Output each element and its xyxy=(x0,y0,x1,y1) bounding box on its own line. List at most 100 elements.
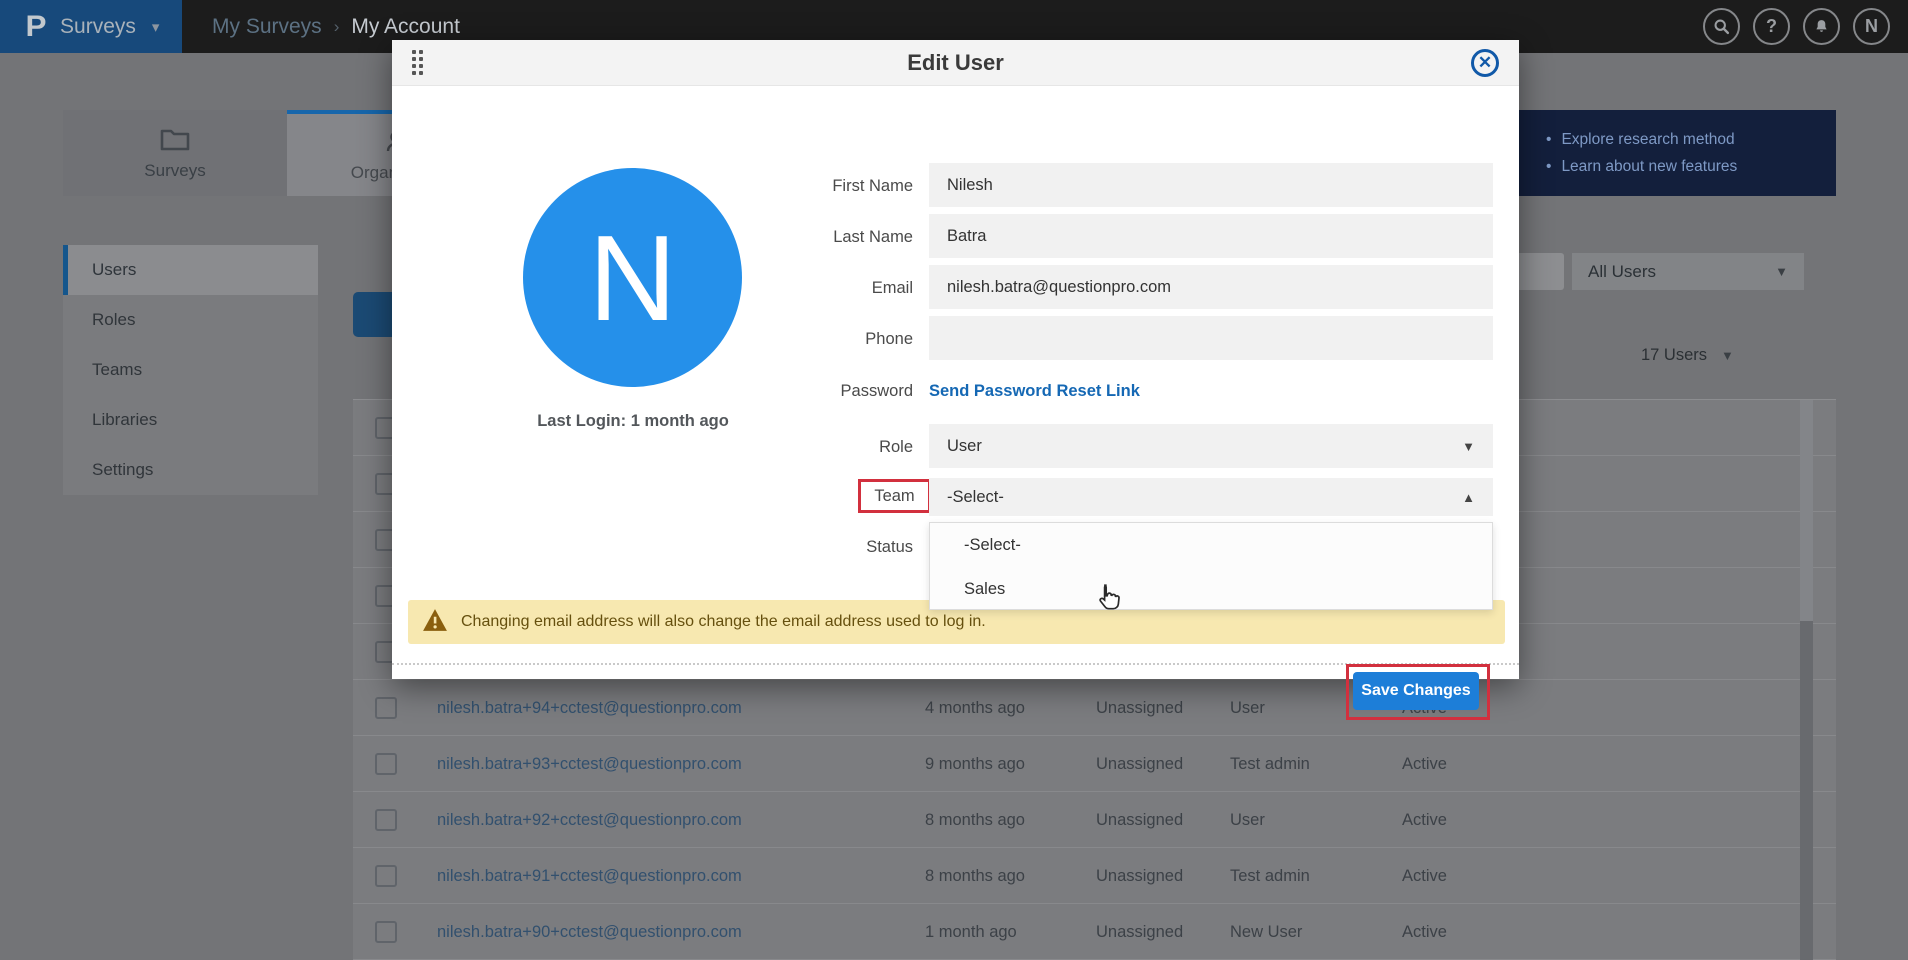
team-label: Team xyxy=(874,487,914,506)
sidebar-item-settings[interactable]: Settings xyxy=(63,445,318,495)
role-cell: User xyxy=(1230,792,1265,848)
breadcrumb-current: My Account xyxy=(351,15,460,39)
last-login-cell: 4 months ago xyxy=(925,680,1025,736)
caret-down-icon: ▼ xyxy=(1462,439,1475,454)
bullet-icon: • xyxy=(1546,131,1551,148)
promo-link-features[interactable]: •Learn about new features xyxy=(1546,158,1836,176)
status-cell: Active xyxy=(1402,848,1447,904)
user-email-link[interactable]: nilesh.batra+91+cctest@questionpro.com xyxy=(437,848,742,904)
table-row: nilesh.batra+90+cctest@questionpro.com 1… xyxy=(353,904,1836,960)
chevron-down-icon: ▾ xyxy=(152,18,160,36)
status-cell: Active xyxy=(1402,736,1447,792)
breadcrumb-separator-icon: › xyxy=(334,17,340,37)
user-count-dropdown[interactable]: 17 Users ▼ xyxy=(1641,346,1734,365)
warning-icon xyxy=(422,608,448,637)
team-select[interactable]: -Select- ▲ xyxy=(929,478,1493,516)
email-label: Email xyxy=(693,279,913,298)
user-avatar[interactable]: N xyxy=(1853,8,1890,45)
team-cell: Unassigned xyxy=(1096,792,1183,848)
modal-header: Edit User ✕ xyxy=(392,40,1519,86)
tab-surveys-label: Surveys xyxy=(144,161,205,181)
status-cell: Active xyxy=(1402,904,1447,960)
modal-title: Edit User xyxy=(907,50,1004,76)
password-label: Password xyxy=(693,382,913,401)
caret-down-icon: ▼ xyxy=(1775,264,1788,279)
tab-surveys[interactable]: Surveys xyxy=(63,110,287,196)
phone-field[interactable] xyxy=(929,316,1493,360)
user-email-link[interactable]: nilesh.batra+94+cctest@questionpro.com xyxy=(437,680,742,736)
first-name-label: First Name xyxy=(693,177,913,196)
edit-user-modal: Edit User ✕ N Last Login: 1 month ago Fi… xyxy=(392,40,1519,679)
caret-up-icon: ▲ xyxy=(1462,490,1475,505)
warning-text: Changing email address will also change … xyxy=(461,613,986,631)
drag-handle-icon[interactable] xyxy=(412,50,424,76)
notifications-bell-icon[interactable] xyxy=(1803,8,1840,45)
team-select-value: -Select- xyxy=(947,488,1004,507)
help-icon[interactable]: ? xyxy=(1753,8,1790,45)
role-cell: Test admin xyxy=(1230,848,1310,904)
search-icon[interactable] xyxy=(1703,8,1740,45)
send-password-reset-link[interactable]: Send Password Reset Link xyxy=(929,382,1140,401)
table-row: nilesh.batra+92+cctest@questionpro.com 8… xyxy=(353,792,1836,848)
table-row: nilesh.batra+93+cctest@questionpro.com 9… xyxy=(353,736,1836,792)
table-row: nilesh.batra+94+cctest@questionpro.com 4… xyxy=(353,680,1836,736)
role-select[interactable]: User ▼ xyxy=(929,424,1493,468)
org-sidebar: Users Roles Teams Libraries Settings xyxy=(63,245,318,495)
promo-panel: •Explore research method •Learn about ne… xyxy=(1519,110,1836,196)
all-users-filter-select[interactable]: All Users ▼ xyxy=(1572,253,1804,290)
sidebar-item-libraries[interactable]: Libraries xyxy=(63,395,318,445)
last-name-field[interactable] xyxy=(929,214,1493,258)
sidebar-item-users[interactable]: Users xyxy=(63,245,318,295)
team-option-select[interactable]: -Select- xyxy=(930,523,1492,567)
role-label: Role xyxy=(693,438,913,457)
user-email-link[interactable]: nilesh.batra+93+cctest@questionpro.com xyxy=(437,736,742,792)
sidebar-item-teams[interactable]: Teams xyxy=(63,345,318,395)
modal-body: N Last Login: 1 month ago First Name Las… xyxy=(392,86,1519,678)
row-checkbox[interactable] xyxy=(375,921,397,943)
team-label-annotation: Team xyxy=(858,479,931,513)
row-checkbox[interactable] xyxy=(375,697,397,719)
promo-link-research[interactable]: •Explore research method xyxy=(1546,131,1836,149)
user-avatar-large: N xyxy=(523,168,742,387)
role-cell: New User xyxy=(1230,904,1302,960)
first-name-field[interactable] xyxy=(929,163,1493,207)
last-login-cell: 9 months ago xyxy=(925,736,1025,792)
folder-icon xyxy=(160,126,190,152)
all-users-filter-value: All Users xyxy=(1588,262,1656,282)
table-scrollbar[interactable] xyxy=(1800,400,1813,960)
last-name-label: Last Name xyxy=(693,228,913,247)
caret-down-icon: ▼ xyxy=(1721,348,1734,363)
team-cell: Unassigned xyxy=(1096,736,1183,792)
row-checkbox[interactable] xyxy=(375,753,397,775)
scrollbar-thumb[interactable] xyxy=(1800,621,1813,960)
status-cell: Active xyxy=(1402,792,1447,848)
user-email-link[interactable]: nilesh.batra+90+cctest@questionpro.com xyxy=(437,904,742,960)
row-checkbox[interactable] xyxy=(375,809,397,831)
save-changes-button[interactable]: Save Changes xyxy=(1353,672,1479,710)
team-cell: Unassigned xyxy=(1096,680,1183,736)
status-label: Status xyxy=(693,538,913,557)
team-cell: Unassigned xyxy=(1096,904,1183,960)
team-option-sales[interactable]: Sales xyxy=(930,567,1492,611)
questionpro-logo-icon: P xyxy=(25,12,46,42)
sidebar-item-roles[interactable]: Roles xyxy=(63,295,318,345)
team-cell: Unassigned xyxy=(1096,848,1183,904)
user-count-label: 17 Users xyxy=(1641,346,1707,365)
last-login-text: Last Login: 1 month ago xyxy=(513,412,753,431)
row-checkbox[interactable] xyxy=(375,865,397,887)
phone-label: Phone xyxy=(693,330,913,349)
close-icon[interactable]: ✕ xyxy=(1471,49,1499,77)
user-email-link[interactable]: nilesh.batra+92+cctest@questionpro.com xyxy=(437,792,742,848)
last-login-cell: 1 month ago xyxy=(925,904,1017,960)
role-select-value: User xyxy=(947,437,982,456)
role-cell: User xyxy=(1230,680,1265,736)
team-dropdown-menu: -Select- Sales xyxy=(929,522,1493,610)
table-row: nilesh.batra+91+cctest@questionpro.com 8… xyxy=(353,848,1836,904)
app-switcher-label: Surveys xyxy=(60,15,136,39)
last-login-cell: 8 months ago xyxy=(925,848,1025,904)
last-login-cell: 8 months ago xyxy=(925,792,1025,848)
role-cell: Test admin xyxy=(1230,736,1310,792)
email-field[interactable] xyxy=(929,265,1493,309)
breadcrumb-my-surveys[interactable]: My Surveys xyxy=(212,15,322,39)
app-switcher[interactable]: P Surveys ▾ xyxy=(0,0,182,53)
